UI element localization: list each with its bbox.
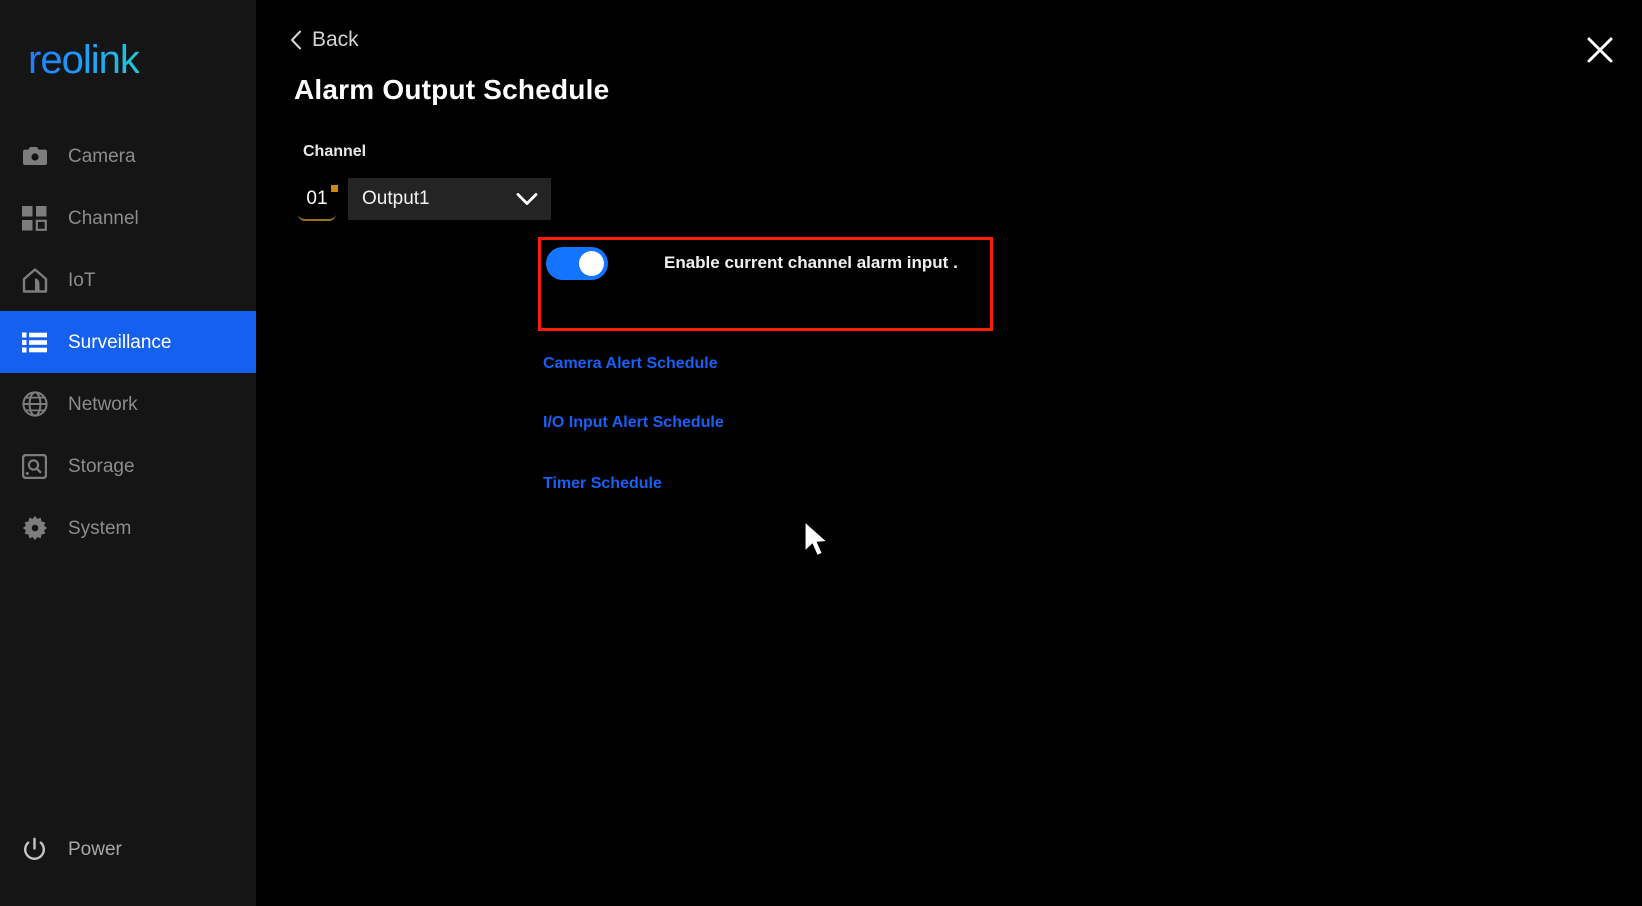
channel-number-badge[interactable]: 01 — [294, 179, 340, 221]
sidebar-item-label: IoT — [68, 269, 96, 291]
sidebar-item-label: System — [68, 517, 132, 539]
chevron-left-icon — [290, 30, 302, 50]
back-button-label: Back — [312, 28, 359, 51]
sidebar-item-label: Surveillance — [68, 331, 172, 353]
gear-icon — [22, 513, 56, 543]
channel-number-dot-icon — [331, 185, 338, 192]
sidebar-item-label: Network — [68, 393, 138, 415]
channel-number-underline — [298, 214, 336, 221]
enable-alarm-input-row: Enable current channel alarm input . — [546, 243, 958, 283]
sidebar: reolink Camera Channel IoT Surveillance … — [0, 0, 258, 906]
sidebar-item-label: Camera — [68, 145, 136, 167]
sidebar-item-power[interactable]: Power — [0, 826, 256, 872]
output-select-value: Output1 — [362, 188, 430, 209]
sidebar-nav: Camera Channel IoT Surveillance Network … — [0, 125, 256, 559]
camera-icon — [22, 141, 56, 171]
link-timer-schedule[interactable]: Timer Schedule — [543, 475, 662, 493]
sidebar-item-surveillance[interactable]: Surveillance — [0, 311, 256, 373]
chevron-down-icon — [515, 191, 539, 207]
back-button[interactable]: Back — [290, 28, 359, 52]
sidebar-item-network[interactable]: Network — [0, 373, 256, 435]
channel-number-value: 01 — [306, 188, 328, 209]
power-label: Power — [68, 838, 122, 860]
sidebar-item-iot[interactable]: IoT — [0, 249, 256, 311]
list-icon — [22, 327, 56, 357]
globe-icon — [22, 389, 56, 419]
page-title: Alarm Output Schedule — [294, 74, 610, 105]
power-icon — [22, 834, 56, 864]
toggle-knob — [579, 250, 604, 276]
brand-logo: reolink — [0, 0, 256, 120]
link-io-input-alert-schedule[interactable]: I/O Input Alert Schedule — [543, 414, 724, 432]
storage-disk-icon — [22, 451, 56, 481]
main-panel: Back Alarm Output Schedule Channel 01 Ou… — [258, 0, 1642, 906]
link-camera-alert-schedule[interactable]: Camera Alert Schedule — [543, 355, 718, 373]
enable-alarm-input-label: Enable current channel alarm input . — [664, 253, 958, 272]
enable-alarm-input-toggle[interactable] — [546, 246, 608, 280]
close-button[interactable] — [1578, 30, 1622, 74]
sidebar-item-storage[interactable]: Storage — [0, 435, 256, 497]
sidebar-item-camera[interactable]: Camera — [0, 125, 256, 187]
channel-label: Channel — [303, 143, 367, 160]
channel-row: 01 Output1 — [294, 178, 551, 221]
sidebar-item-channel[interactable]: Channel — [0, 187, 256, 249]
app-window: reolink Camera Channel IoT Surveillance … — [0, 0, 1642, 906]
sidebar-item-label: Channel — [68, 207, 139, 229]
sidebar-item-label: Storage — [68, 455, 135, 477]
mouse-cursor — [803, 520, 833, 569]
grid-icon — [22, 203, 56, 233]
output-select[interactable]: Output1 — [348, 178, 551, 220]
close-icon — [1585, 35, 1615, 70]
home-icon — [22, 265, 56, 295]
sidebar-item-system[interactable]: System — [0, 497, 256, 559]
brand-logo-text: reolink — [28, 37, 140, 82]
